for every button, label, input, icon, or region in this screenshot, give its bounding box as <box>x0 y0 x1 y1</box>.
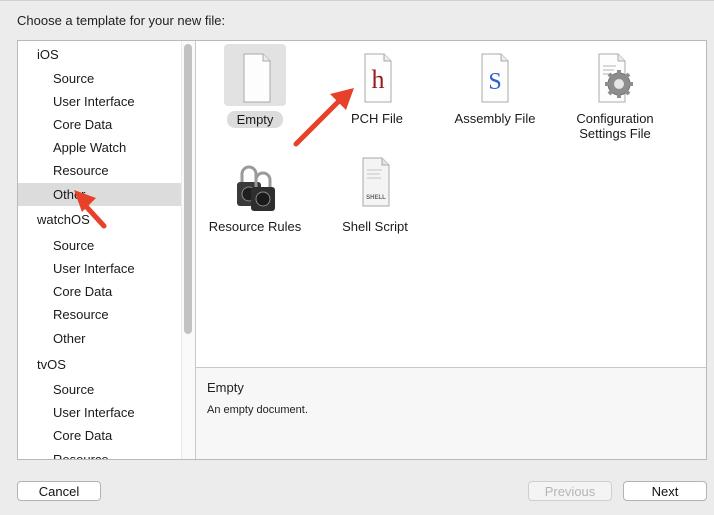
header-file-glyph: h <box>372 65 385 94</box>
window-top-edge <box>0 0 714 1</box>
template-description-panel: Empty An empty document. <box>196 368 706 459</box>
template-label-configuration: Configuration <box>576 111 654 126</box>
template-label-shell-script: Shell Script <box>342 219 408 234</box>
next-button[interactable]: Next <box>623 481 707 501</box>
shell-script-icon: SHELL <box>362 157 390 207</box>
cancel-button[interactable]: Cancel <box>17 481 101 501</box>
padlocks-icon <box>237 165 275 211</box>
sidebar-item-tvos-resource[interactable]: Resource <box>18 448 195 459</box>
template-label-pch-file: PCH File <box>350 111 403 126</box>
template-label-settings-file: Settings File <box>579 126 651 141</box>
template-label-empty: Empty <box>226 111 284 128</box>
assembly-file-glyph: S <box>488 69 501 95</box>
sidebar-item-watchos-other[interactable]: Other <box>18 327 195 350</box>
sidebar-group-tvos[interactable]: tvOS <box>18 353 195 376</box>
sidebar-item-watchos-source[interactable]: Source <box>18 234 195 257</box>
shell-script-glyph: SHELL <box>366 195 386 201</box>
template-tile-resource-rules[interactable]: Resource Rules <box>206 152 304 236</box>
description-text: An empty document. <box>207 404 308 416</box>
previous-button[interactable]: Previous <box>528 481 612 501</box>
template-tile-assembly-file[interactable]: S Assembly File <box>446 44 544 128</box>
description-title: Empty <box>207 380 244 395</box>
sidebar-item-watchos-resource[interactable]: Resource <box>18 303 195 326</box>
dialog-heading: Choose a template for your new file: <box>17 13 226 28</box>
header-file-icon: h <box>364 53 392 103</box>
sidebar-item-ios-core-data[interactable]: Core Data <box>18 113 195 136</box>
sidebar-group-watchos[interactable]: watchOS <box>18 208 195 231</box>
template-tile-empty[interactable]: Empty <box>206 44 304 128</box>
sidebar-scrollbar-thumb[interactable] <box>184 44 192 334</box>
sidebar-item-ios-apple-watch[interactable]: Apple Watch <box>18 136 195 159</box>
sidebar-item-ios-resource[interactable]: Resource <box>18 159 195 182</box>
template-tile-pch-file[interactable]: h PCH File <box>328 44 426 128</box>
template-label-assembly-file: Assembly File <box>454 111 536 126</box>
assembly-file-icon: S <box>481 53 509 103</box>
blank-document-icon <box>243 53 271 103</box>
sidebar-item-watchos-core-data[interactable]: Core Data <box>18 280 195 303</box>
sidebar-item-ios-other[interactable]: Other <box>18 183 195 206</box>
sidebar-item-watchos-user-interface[interactable]: User Interface <box>18 257 195 280</box>
sidebar-item-ios-source[interactable]: Source <box>18 67 195 90</box>
sidebar-item-tvos-source[interactable]: Source <box>18 378 195 401</box>
platform-category-sidebar: iOS Source User Interface Core Data Appl… <box>18 41 195 459</box>
config-settings-icon <box>598 53 633 103</box>
sidebar-group-ios[interactable]: iOS <box>18 43 195 66</box>
template-chooser-panel: iOS Source User Interface Core Data Appl… <box>17 40 707 460</box>
template-grid: Empty h PCH File S Assembly File Configu… <box>196 41 706 367</box>
sidebar-item-tvos-user-interface[interactable]: User Interface <box>18 401 195 424</box>
sidebar-item-ios-user-interface[interactable]: User Interface <box>18 90 195 113</box>
sidebar-item-tvos-core-data[interactable]: Core Data <box>18 424 195 447</box>
template-tile-configuration-settings-file[interactable]: Configuration Settings File <box>566 44 664 144</box>
template-label-resource-rules: Resource Rules <box>208 219 302 234</box>
template-tile-shell-script[interactable]: SHELL Shell Script <box>326 152 424 236</box>
